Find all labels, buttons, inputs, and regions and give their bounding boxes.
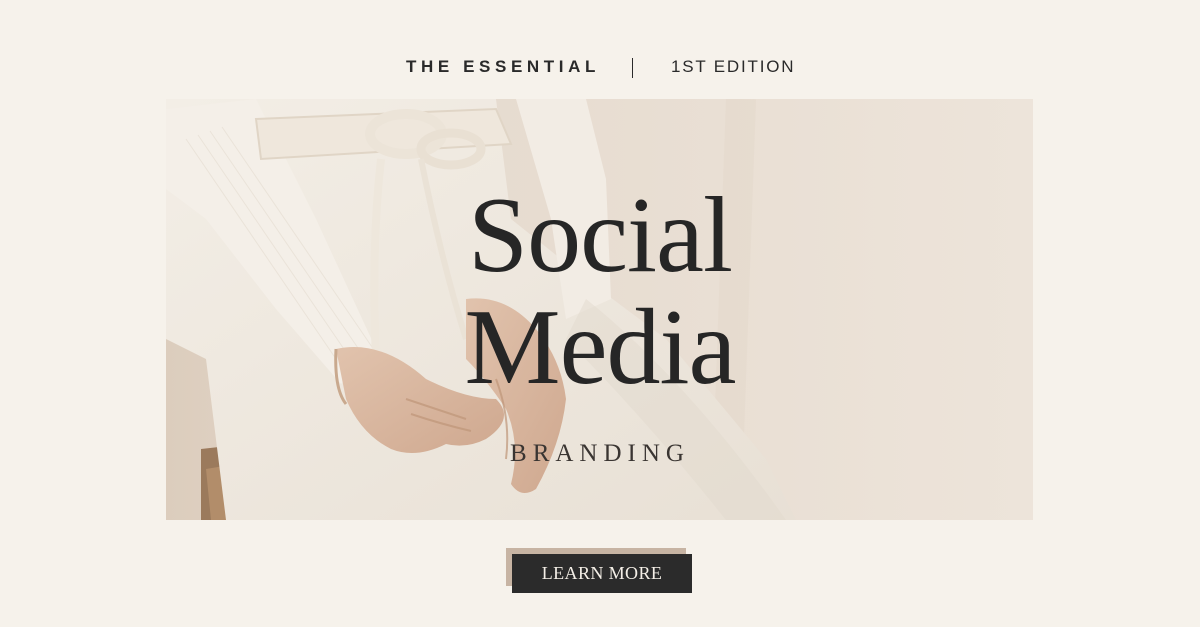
subtitle-branding: BRANDING [510,440,690,467]
divider [632,58,633,78]
title-line-media: Media [464,288,737,407]
title-line-social: Social [468,176,733,295]
kicker-text: THE ESSENTIAL [406,57,600,76]
top-line: THE ESSENTIAL 1ST EDITION [0,52,1200,82]
edition-text: 1ST EDITION [671,57,796,76]
learn-more-button[interactable]: LEARN MORE [512,554,692,593]
